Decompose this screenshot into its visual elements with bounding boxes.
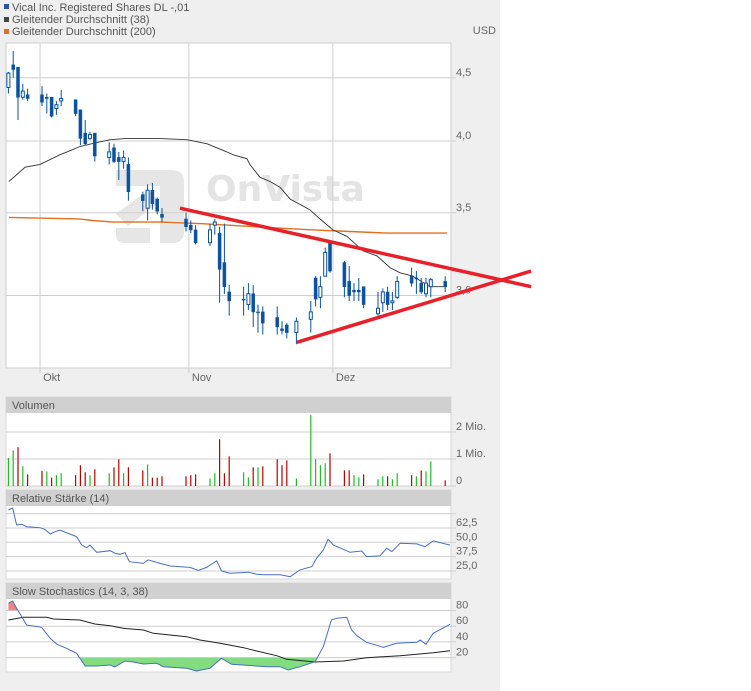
candle-body-down <box>78 109 83 139</box>
rsi-tick-label: 37,5 <box>456 546 477 558</box>
candle-body-up <box>145 189 150 209</box>
candle-body-up <box>20 90 25 98</box>
candle-body-up <box>59 97 64 102</box>
candle-body-down <box>25 94 30 99</box>
price-tick-label: 3,5 <box>456 202 471 214</box>
candle-body-up <box>54 104 59 110</box>
candle-body-down <box>361 286 366 305</box>
candle-body-up <box>428 279 433 288</box>
volume-panel-title: Volumen <box>12 400 55 412</box>
candle-body-down <box>313 277 318 300</box>
stoch-tick-label: 40 <box>456 631 468 643</box>
candle-body-down <box>150 189 155 204</box>
candle-body-down <box>342 262 347 287</box>
candle-body-down <box>189 224 193 231</box>
legend-ma38: Gleitender Durchschnitt (38) <box>12 14 150 26</box>
candle <box>49 97 54 118</box>
volume-tick-label: 2 Mio. <box>456 421 486 433</box>
price-tick-label: 4,5 <box>456 67 471 79</box>
rsi-tick-label: 62,5 <box>456 517 477 529</box>
candle-body-up <box>212 221 217 226</box>
candle-body-down <box>241 298 246 301</box>
candle <box>328 241 332 273</box>
watermark-arrow-icon <box>116 170 184 243</box>
candle-body-down <box>419 282 423 293</box>
candle-body-down <box>126 164 131 192</box>
volume-tick-label: 0 <box>456 475 462 487</box>
candle-body-down <box>443 281 447 287</box>
candle-body-down <box>93 132 97 157</box>
candle <box>73 99 78 117</box>
candle-body-down <box>11 64 15 70</box>
stoch-panel-title: Slow Stochastics (14, 3, 38) <box>12 586 148 598</box>
candle-body-down <box>45 97 49 99</box>
legend-ma200: Gleitender Durchschnitt (200) <box>12 26 156 38</box>
candle-body-down <box>347 281 351 296</box>
candle-body-down <box>414 277 419 280</box>
candle-body-up <box>395 280 400 298</box>
candle-body-up <box>208 229 212 244</box>
time-tick-label: Dez <box>336 372 356 384</box>
price-tick-label: 4,0 <box>456 130 471 142</box>
volume-panel-header <box>6 397 451 413</box>
candle-body-up <box>246 293 251 306</box>
candle-body-up <box>390 300 395 304</box>
candle-body-down <box>261 311 265 324</box>
candle-body-up <box>107 151 112 158</box>
candle-body-down <box>251 293 255 313</box>
legend: Vical Inc. Registered Shares DL -,01 Gle… <box>4 2 496 38</box>
candle-body-down <box>83 132 87 145</box>
candle-body-down <box>112 147 116 162</box>
candle-body-down <box>155 198 159 212</box>
candle-body-up <box>323 252 328 277</box>
candle-body-up <box>6 72 11 88</box>
candle-body-down <box>409 275 414 284</box>
candle-body-up <box>308 311 313 320</box>
candle-body-down <box>328 242 332 272</box>
rsi-tick-label: 25,0 <box>456 560 477 572</box>
candle-body-down <box>222 262 227 287</box>
rsi-tick-label: 50,0 <box>456 531 477 543</box>
time-tick-label: Okt <box>43 372 60 384</box>
candle-body-down <box>16 66 20 98</box>
candle-body-down <box>141 194 145 201</box>
legend-swatch-ma38 <box>4 17 9 22</box>
rsi-panel-title: Relative Stärke (14) <box>12 493 109 505</box>
legend-price: Vical Inc. Registered Shares DL -,01 <box>12 2 189 14</box>
candle-body-down <box>357 289 361 293</box>
candle-body-up <box>318 286 323 298</box>
candle-body-up <box>294 320 299 334</box>
watermark-text: OnVista <box>206 169 365 210</box>
candle-body-down <box>256 311 260 314</box>
candle-body-down <box>385 291 390 305</box>
candle-body-down <box>117 157 121 162</box>
currency-label: USD <box>473 25 496 37</box>
candle-body-down <box>217 232 222 270</box>
stoch-tick-label: 60 <box>456 615 468 627</box>
candle-body-down <box>275 317 279 328</box>
candle-body-down <box>160 214 164 218</box>
stock-chart: Vical Inc. Registered Shares DL -,01 Gle… <box>4 2 532 673</box>
candle-body-down <box>40 94 44 103</box>
legend-swatch-price <box>4 4 9 9</box>
candle-body-down <box>73 99 78 114</box>
candle-body-up <box>380 291 385 304</box>
candle-body-up <box>88 133 92 139</box>
candle-body-up <box>424 282 428 295</box>
candle-body-down <box>352 289 356 293</box>
candle-body-up <box>376 307 380 315</box>
candle-body-down <box>184 218 188 228</box>
legend-swatch-ma200 <box>4 29 9 34</box>
time-tick-label: Nov <box>192 372 212 384</box>
stoch-tick-label: 20 <box>456 647 468 659</box>
volume-tick-label: 1 Mio. <box>456 448 486 460</box>
stoch-tick-label: 80 <box>456 600 468 612</box>
candle-body-down <box>280 328 284 331</box>
candle-body-down <box>285 324 289 333</box>
candle-body-down <box>49 97 54 117</box>
candle-body-down <box>193 229 198 243</box>
candle-body-up <box>121 156 126 163</box>
candle-body-down <box>227 291 231 302</box>
